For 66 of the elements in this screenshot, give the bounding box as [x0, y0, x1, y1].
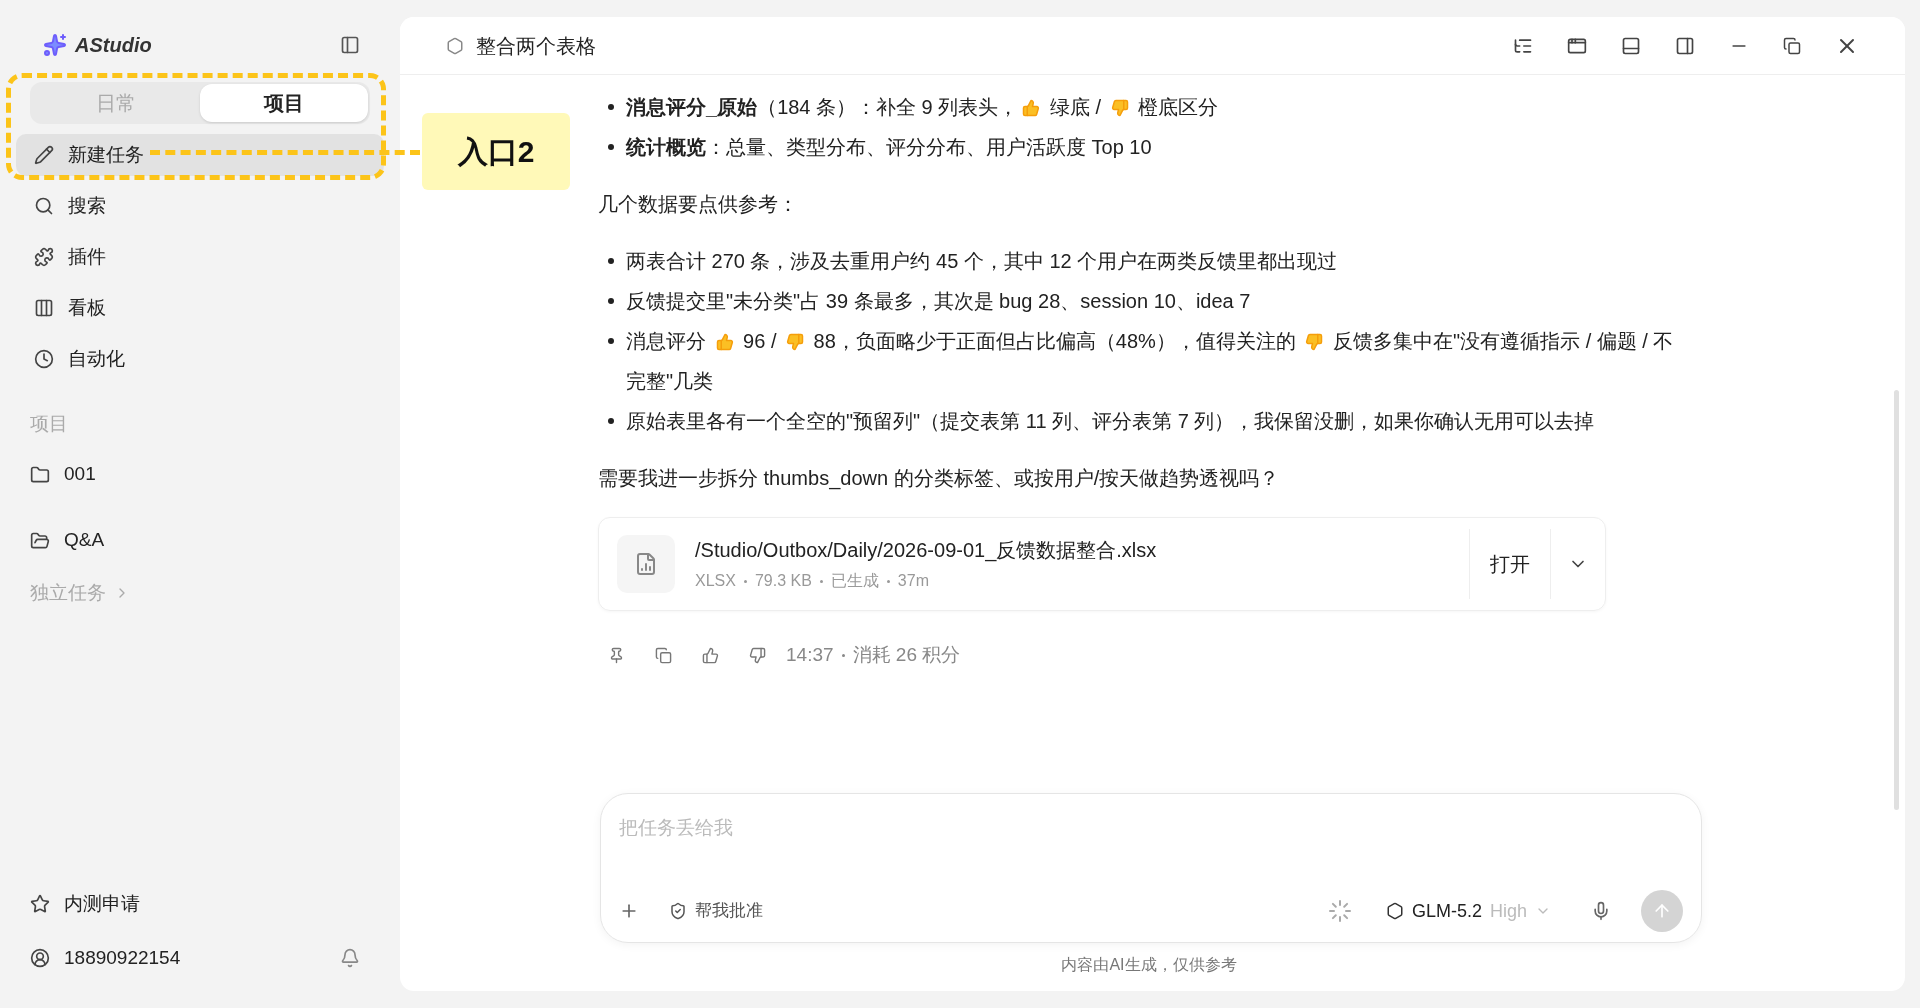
microphone-icon[interactable]: [1591, 901, 1611, 921]
model-badge-icon: [446, 36, 464, 55]
clock-icon: [34, 349, 54, 369]
project-item[interactable]: 001: [30, 454, 370, 495]
file-meta: XLSX: [695, 571, 736, 591]
file-path: /Studio/Outbox/Daily/2026-09-01_反馈数据整合.xlsx: [695, 538, 1158, 564]
credit-cost: 消耗 26 积分: [852, 643, 961, 667]
mode-tab[interactable]: 项目: [200, 84, 368, 122]
thumbs-down-icon: [786, 333, 805, 351]
nav-item[interactable]: 看板: [16, 287, 384, 329]
nav-item[interactable]: 自动化: [16, 338, 384, 380]
spreadsheet-file-icon: [634, 552, 658, 576]
copy-icon[interactable]: [655, 646, 672, 664]
bullet-text: 统计概览：总量、类型分布、评分分布、用户活跃度 Top 10: [626, 135, 1152, 160]
callout-label: 入口2: [422, 113, 570, 190]
project-item[interactable]: Q&A: [30, 520, 370, 561]
model-badge-icon: [1385, 902, 1404, 920]
file-meta: 已生成: [830, 571, 879, 591]
bullet-text: 消息评分_原始（184 条）：补全 9 列表头， 绿底 / 橙底区分: [626, 95, 1219, 120]
approve-toggle[interactable]: 帮我批准: [669, 898, 763, 924]
model-name: GLM-5.2: [1411, 899, 1482, 923]
model-selector[interactable]: GLM-5.2 High: [1385, 897, 1551, 925]
paragraph: 几个数据要点供参考：: [598, 192, 799, 217]
bottom-panel-icon[interactable]: [1621, 35, 1641, 56]
thumbs-up-icon: [1022, 99, 1041, 117]
folder-icon: [30, 464, 50, 485]
beta-apply-link[interactable]: 内测申请: [30, 884, 370, 924]
bullet-text: 消息评分 96 / 88，负面略少于正面但占比偏高（48%），值得关注的 反馈多集中在"没有遵循指示 / 偏题 / 不完整"几类: [626, 329, 1675, 394]
open-button[interactable]: 打开: [1470, 518, 1550, 610]
thumbs-up-icon[interactable]: [702, 646, 719, 664]
loading-spinner-icon: [1327, 899, 1352, 923]
task-input[interactable]: 把任务丢给我: [619, 814, 1683, 843]
pin-icon[interactable]: [608, 646, 625, 664]
app-name: AStudio: [75, 33, 152, 58]
bullet-text: 两表合计 270 条，涉及去重用户约 45 个，其中 12 个用户在两类反馈里都出现过: [626, 249, 1338, 274]
bullet-text: 原始表里各有一个全空的"预留列"（提交表第 11 列、评分表第 7 列），我保留没删，如果你确认无用可以去掉: [626, 409, 1595, 434]
star-icon: [30, 894, 50, 914]
section-heading: 项目: [30, 412, 69, 436]
columns-icon: [34, 298, 54, 318]
paragraph: 需要我进一步拆分 thumbs_down 的分类标签、或按用户/按天做趋势透视吗？: [598, 466, 1281, 492]
shield-icon: [669, 902, 687, 920]
nav-item[interactable]: 新建任务: [16, 134, 384, 176]
thumbs-down-icon: [1305, 333, 1324, 351]
restore-icon[interactable]: [1783, 36, 1801, 55]
thumbs-down-icon: [1110, 99, 1129, 117]
message-time: 14:37: [786, 643, 834, 667]
thumbs-down-icon[interactable]: [749, 646, 766, 664]
user-icon: [30, 948, 50, 968]
search-icon: [34, 196, 54, 216]
right-panel-icon[interactable]: [1675, 35, 1695, 56]
disclaimer: 内容由AI生成，仅供参考: [1060, 955, 1238, 975]
window-title: 整合两个表格: [476, 33, 596, 59]
sidebar-toggle-icon[interactable]: [340, 35, 360, 55]
puzzle-icon: [34, 247, 54, 267]
folder-icon: [30, 530, 50, 551]
file-meta: 37m: [897, 571, 929, 591]
nav-item[interactable]: 插件: [16, 236, 384, 278]
account-button[interactable]: 18890922154: [30, 943, 181, 973]
nav-item[interactable]: 搜索: [16, 185, 384, 227]
bullet-text: 反馈提交里"未分类"占 39 条最多，其次是 bug 28、session 10、idea 7: [626, 289, 1251, 314]
effort-level: High: [1489, 899, 1527, 923]
logo-icon: [43, 33, 67, 57]
pencil-icon: [34, 145, 54, 165]
file-meta: 79.3 KB: [754, 571, 812, 591]
thumbs-up-icon: [715, 333, 734, 351]
bell-icon[interactable]: [340, 948, 360, 968]
